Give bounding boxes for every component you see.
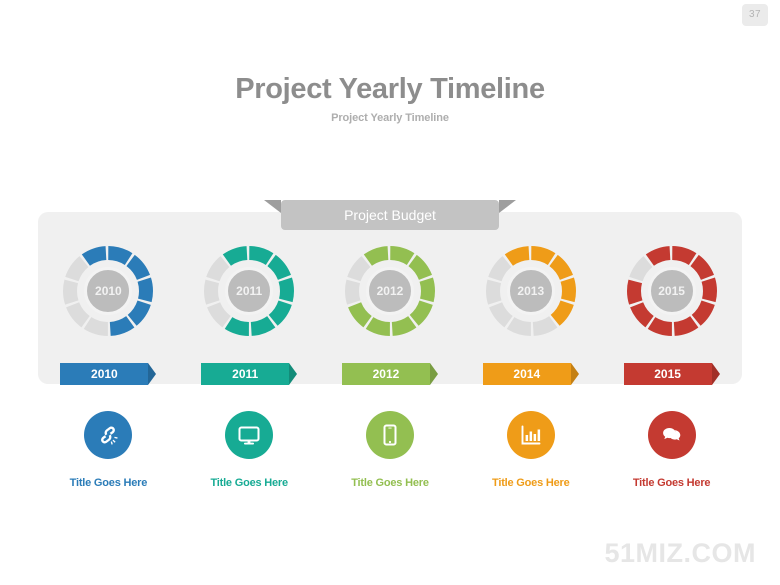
year-tag-fold-icon — [711, 363, 720, 385]
chat-bubbles-icon — [659, 422, 685, 448]
year-tag-fold-icon — [148, 363, 157, 385]
year-tag-fold-icon — [570, 363, 579, 385]
column-caption: Title Goes Here — [632, 477, 711, 489]
year-tag[interactable]: 2011 — [201, 363, 298, 385]
smartphone-icon-button[interactable] — [365, 411, 414, 459]
column-caption: Title Goes Here — [69, 477, 148, 489]
ribbon-flange-right-icon — [499, 200, 516, 213]
donut-chart: 2011 — [202, 244, 296, 338]
column-caption: Title Goes Here — [351, 477, 429, 489]
year-tag[interactable]: 2015 — [623, 363, 720, 385]
timeline-column: 2013 2014 Title Goes Here — [460, 244, 601, 489]
timeline-columns: 2010 2010 Title Goes Here 2011 2011 Title Goe… — [38, 244, 742, 489]
column-caption: Title Goes Here — [492, 477, 570, 489]
smartphone-icon — [378, 423, 402, 447]
donut-chart: 2013 — [484, 244, 578, 338]
year-tag[interactable]: 2010 — [60, 363, 157, 385]
project-budget-ribbon: Project Budget — [264, 200, 516, 230]
donut-chart: 2010 — [61, 244, 155, 338]
year-tag[interactable]: 2012 — [341, 363, 438, 385]
page-title: Project Yearly Timeline — [235, 73, 545, 105]
year-tag-label: 2011 — [201, 363, 290, 385]
year-tag-label: 2014 — [482, 363, 571, 385]
project-budget-label: Project Budget — [344, 207, 436, 223]
donut-hub-label: 2012 — [365, 267, 414, 315]
year-tag-label: 2010 — [60, 363, 149, 385]
timeline-column: 2011 2011 Title Goes Here — [179, 244, 320, 489]
donut-chart: 2015 — [625, 244, 719, 338]
page-number-badge: 37 — [742, 4, 768, 26]
monitor-icon — [237, 423, 261, 447]
broken-link-icon-button[interactable] — [84, 411, 133, 459]
donut-chart: 2012 — [343, 244, 437, 338]
broken-link-icon — [96, 423, 120, 447]
watermark: 51MIZ.COM — [604, 538, 756, 568]
bar-chart-icon-button[interactable] — [506, 411, 555, 459]
page-title-block: Project Yearly Timeline Project Yearly T… — [0, 72, 780, 124]
timeline-column: 2010 2010 Title Goes Here — [38, 244, 179, 489]
chat-bubbles-icon-button[interactable] — [647, 411, 696, 459]
donut-hub-label: 2015 — [647, 267, 696, 315]
timeline-column: 2015 2015 Title Goes Here — [601, 244, 742, 489]
donut-hub-label: 2013 — [506, 267, 555, 315]
ribbon-flange-left-icon — [264, 200, 281, 213]
donut-hub-label: 2011 — [225, 267, 274, 315]
page-subtitle: Project Yearly Timeline — [331, 112, 449, 124]
monitor-icon-button[interactable] — [225, 411, 274, 459]
year-tag-fold-icon — [289, 363, 298, 385]
year-tag-label: 2015 — [623, 363, 712, 385]
timeline-column: 2012 2012 Title Goes Here — [320, 244, 461, 489]
column-caption: Title Goes Here — [210, 477, 288, 489]
bar-chart-icon — [519, 423, 543, 447]
year-tag-label: 2012 — [341, 363, 430, 385]
year-tag[interactable]: 2014 — [482, 363, 579, 385]
year-tag-fold-icon — [429, 363, 438, 385]
